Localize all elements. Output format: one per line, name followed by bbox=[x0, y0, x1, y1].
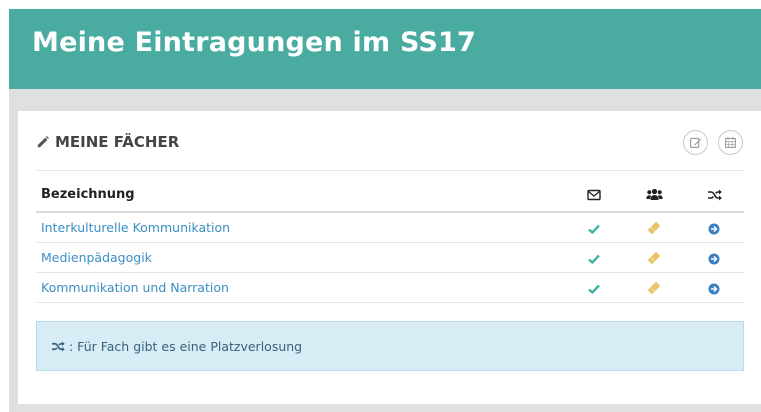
panel-divider bbox=[36, 170, 744, 171]
lottery-info-box: : Für Fach gibt es eine Platzverlosung bbox=[36, 321, 744, 371]
random-icon bbox=[707, 189, 722, 200]
ticket-icon bbox=[647, 282, 661, 295]
table-row: Medienpädagogik bbox=[36, 242, 744, 273]
subject-name-cell: Interkulturelle Kommunikation bbox=[36, 212, 564, 243]
pencil-icon bbox=[37, 136, 49, 148]
ticket-icon bbox=[647, 252, 661, 265]
subject-name-cell: Kommunikation und Narration bbox=[36, 272, 564, 303]
subject-name-cell: Medienpädagogik bbox=[36, 242, 564, 273]
panel-header: MEINE FÄCHER bbox=[36, 133, 179, 151]
table-row: Interkulturelle Kommunikation bbox=[36, 212, 744, 243]
subjects-table: Bezeichnung Interkulturelle Kommunikatio… bbox=[36, 178, 744, 303]
column-header-mail bbox=[564, 178, 624, 213]
calendar-icon bbox=[725, 137, 736, 148]
edit-button[interactable] bbox=[683, 130, 708, 155]
group-icon bbox=[645, 188, 663, 200]
edit-icon bbox=[690, 137, 702, 148]
arrow-circle-right-icon[interactable] bbox=[708, 283, 720, 295]
arrow-circle-right-icon[interactable] bbox=[708, 223, 720, 235]
column-header-bezeichnung: Bezeichnung bbox=[36, 178, 564, 213]
panel-title: MEINE FÄCHER bbox=[55, 133, 180, 151]
subject-link[interactable]: Kommunikation und Narration bbox=[41, 280, 229, 295]
check-icon bbox=[588, 224, 600, 234]
lottery-info-text: : Für Fach gibt es eine Platzverlosung bbox=[69, 338, 303, 354]
column-header-group bbox=[624, 178, 684, 213]
page-title: Meine Eintragungen im SS17 bbox=[32, 27, 477, 58]
subject-link[interactable]: Medienpädagogik bbox=[41, 250, 152, 265]
calendar-button[interactable] bbox=[718, 130, 743, 155]
check-icon bbox=[588, 284, 600, 294]
arrow-circle-right-icon[interactable] bbox=[708, 253, 720, 265]
table-header-row: Bezeichnung bbox=[36, 178, 744, 213]
envelope-icon bbox=[587, 189, 601, 200]
check-icon bbox=[588, 254, 600, 264]
table-row: Kommunikation und Narration bbox=[36, 272, 744, 303]
ticket-icon bbox=[647, 222, 661, 235]
random-icon bbox=[52, 340, 65, 352]
page-header: Meine Eintragungen im SS17 bbox=[9, 9, 761, 89]
column-header-lottery bbox=[684, 178, 744, 213]
subjects-panel: MEINE FÄCHER Bezeichnung Interkulturelle… bbox=[18, 111, 761, 404]
subject-link[interactable]: Interkulturelle Kommunikation bbox=[41, 220, 230, 235]
